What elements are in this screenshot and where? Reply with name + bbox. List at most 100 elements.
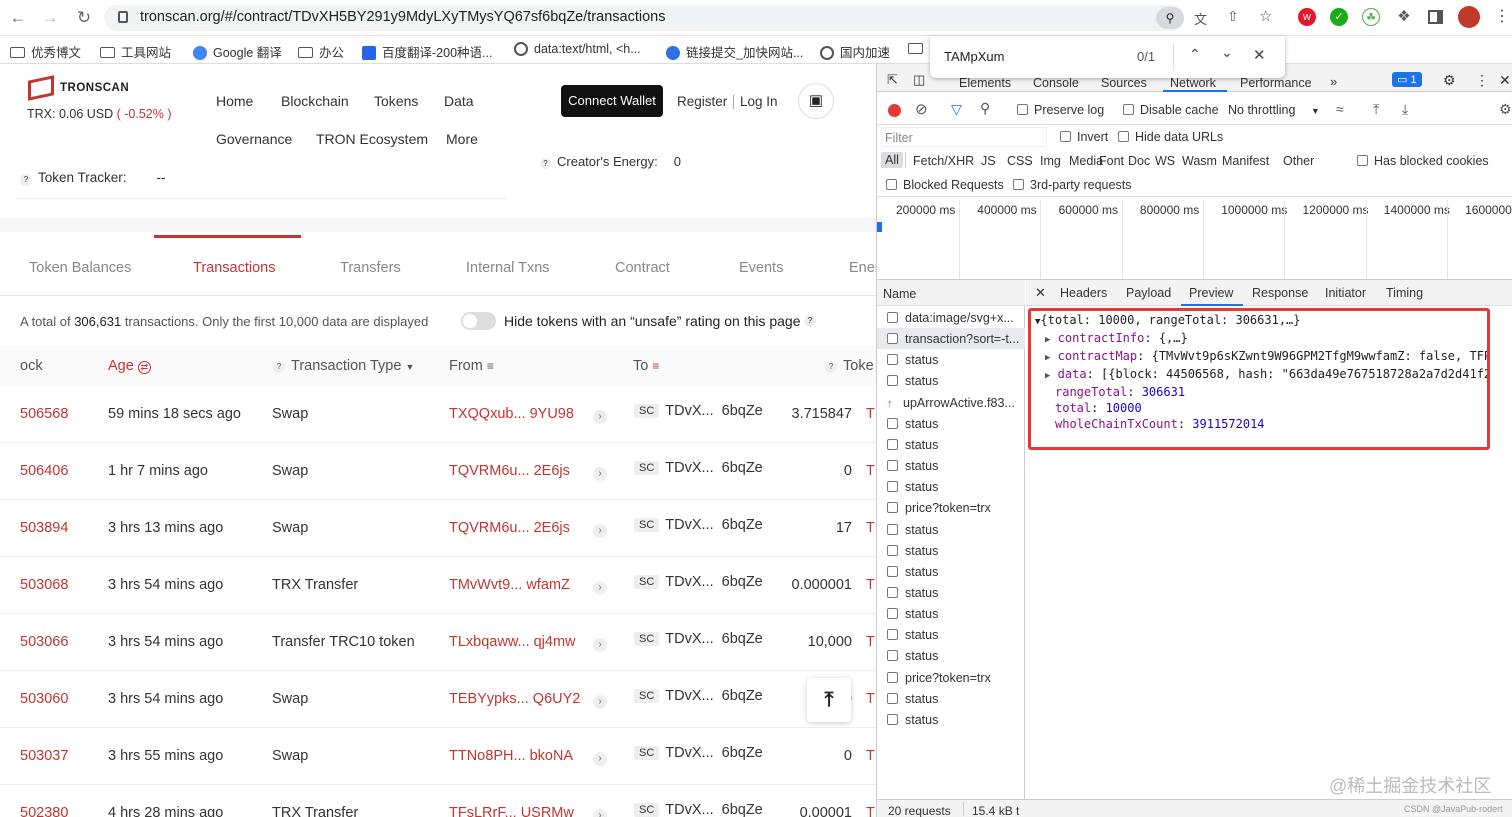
- from-address-link[interactable]: TTNo8PH... bkoNA: [449, 748, 573, 764]
- token-link[interactable]: T: [866, 520, 875, 536]
- column-transaction-type[interactable]: ? Transaction Type ▼: [273, 358, 414, 374]
- block-link[interactable]: 503066: [20, 634, 68, 650]
- json-preview[interactable]: ▼{total: 10000, rangeTotal: 306631,…} ▶ …: [1035, 312, 1487, 432]
- devtools-tab-network[interactable]: Network: [1170, 76, 1216, 90]
- blocked-cookies-checkbox[interactable]: Has blocked cookies: [1357, 154, 1489, 168]
- check-extension-icon[interactable]: ✓: [1330, 8, 1348, 26]
- bookmark-item[interactable]: data:text/html, <h...: [514, 42, 641, 56]
- request-row[interactable]: ↑ upArrowActive.f83...: [887, 396, 1015, 410]
- bookmark-item[interactable]: Google 翻译: [193, 42, 282, 61]
- devtools-menu-icon[interactable]: ⋮: [1475, 72, 1489, 89]
- settings-gear-icon[interactable]: ⚙: [1443, 72, 1456, 89]
- tab-energy[interactable]: Ener: [849, 260, 876, 276]
- to-address[interactable]: SC TDvX... 6bqZe: [634, 688, 763, 704]
- detail-tab-response[interactable]: Response: [1252, 286, 1308, 300]
- filter-type-font[interactable]: Font: [1099, 154, 1124, 168]
- token-link[interactable]: TU: [866, 634, 876, 650]
- from-address-link[interactable]: TMvWvt9... wfamZ: [449, 577, 570, 593]
- token-link[interactable]: T: [866, 577, 875, 593]
- network-switch-icon[interactable]: ▣: [798, 83, 834, 119]
- hide-unsafe-toggle[interactable]: [461, 312, 496, 330]
- column-age[interactable]: Age ⇄: [108, 358, 151, 374]
- json-root[interactable]: ▼{total: 10000, rangeTotal: 306631,…}: [1035, 312, 1487, 330]
- detail-tab-timing[interactable]: Timing: [1386, 286, 1423, 300]
- close-icon[interactable]: ✕: [1035, 285, 1046, 301]
- request-row[interactable]: status: [887, 417, 938, 431]
- block-link[interactable]: 503894: [20, 520, 68, 536]
- request-row[interactable]: status: [887, 544, 938, 558]
- close-icon[interactable]: ✕: [1253, 46, 1266, 64]
- json-data[interactable]: ▶ data: [{block: 44506568, hash: "663da4…: [1035, 366, 1487, 384]
- filter-type-media[interactable]: Media: [1069, 154, 1103, 168]
- block-link[interactable]: 503037: [20, 748, 68, 764]
- clear-icon[interactable]: ⊘: [915, 100, 928, 118]
- request-row[interactable]: status: [887, 459, 938, 473]
- bookmark-item[interactable]: 链接提交_加快网站...: [666, 42, 803, 61]
- profile-avatar[interactable]: [1458, 6, 1480, 28]
- block-link[interactable]: 502380: [20, 805, 68, 817]
- from-address-link[interactable]: TXQQxub... 9YU98: [449, 406, 574, 422]
- tab-transactions[interactable]: Transactions: [193, 260, 275, 276]
- detail-tab-preview[interactable]: Preview: [1189, 286, 1233, 300]
- find-in-page-icon[interactable]: ⚲: [1156, 7, 1184, 29]
- from-address-link[interactable]: TLxbqaww... qj4mw: [449, 634, 576, 650]
- request-row[interactable]: status: [887, 353, 938, 367]
- filter-type-js[interactable]: JS: [981, 154, 996, 168]
- to-address[interactable]: SC TDvX... 6bqZe: [634, 631, 763, 647]
- tab-transfers[interactable]: Transfers: [340, 260, 401, 276]
- token-link[interactable]: T: [866, 406, 875, 422]
- token-link[interactable]: T: [866, 691, 875, 707]
- detail-tab-initiator[interactable]: Initiator: [1325, 286, 1366, 300]
- forward-icon[interactable]: →: [40, 8, 60, 28]
- from-address-link[interactable]: TEBYypks... Q6UY2: [449, 691, 580, 707]
- hide-data-urls-checkbox[interactable]: Hide data URLs: [1118, 130, 1223, 144]
- back-icon[interactable]: ←: [8, 8, 28, 28]
- filter-type-img[interactable]: Img: [1040, 154, 1061, 168]
- to-address[interactable]: SC TDvX... 6bqZe: [634, 745, 763, 761]
- more-tabs-icon[interactable]: »: [1330, 74, 1337, 89]
- devtools-tab-elements[interactable]: Elements: [959, 76, 1011, 90]
- request-row[interactable]: price?token=trx: [887, 501, 991, 515]
- to-address[interactable]: SC TDvX... 6bqZe: [634, 574, 763, 590]
- tab-internal-txns[interactable]: Internal Txns: [466, 260, 550, 276]
- to-address[interactable]: SC TDvX... 6bqZe: [634, 517, 763, 533]
- request-row[interactable]: status: [887, 438, 938, 452]
- brand-name[interactable]: TRONSCAN: [60, 82, 129, 94]
- bookmark-folder[interactable]: 工具网站: [100, 42, 171, 61]
- nav-more[interactable]: More: [446, 131, 478, 147]
- register-link[interactable]: Register: [677, 94, 727, 109]
- request-row[interactable]: status: [887, 586, 938, 600]
- third-party-checkbox[interactable]: 3rd-party requests: [1013, 178, 1131, 192]
- collapsed-triangle-icon[interactable]: ▶: [1045, 353, 1050, 363]
- throttling-select[interactable]: No throttling ▼: [1228, 103, 1320, 117]
- devtools-tab-console[interactable]: Console: [1033, 76, 1079, 90]
- to-address[interactable]: SC TDvX... 6bqZe: [634, 460, 763, 476]
- filter-type-ws[interactable]: WS: [1155, 154, 1175, 168]
- find-next-icon[interactable]: ⌄: [1221, 44, 1233, 61]
- bookmark-item[interactable]: 国内加速: [820, 42, 890, 61]
- inspect-icon[interactable]: ⇱: [887, 72, 898, 88]
- block-link[interactable]: 506406: [20, 463, 68, 479]
- nav-home[interactable]: Home: [216, 93, 253, 109]
- to-address[interactable]: SC TDvX... 6bqZe: [634, 403, 763, 419]
- connect-wallet-button[interactable]: Connect Wallet: [561, 85, 663, 117]
- weibo-extension-icon[interactable]: w: [1298, 8, 1316, 26]
- filter-type-all[interactable]: All: [881, 152, 903, 168]
- block-link[interactable]: 503068: [20, 577, 68, 593]
- upload-har-icon[interactable]: ⤒: [1373, 101, 1379, 118]
- device-toggle-icon[interactable]: ◫: [913, 72, 925, 88]
- collapsed-triangle-icon[interactable]: ▶: [1045, 335, 1050, 345]
- share-icon[interactable]: ⇧: [1227, 8, 1239, 25]
- disable-cache-checkbox[interactable]: Disable cache: [1123, 103, 1219, 117]
- sort-icon[interactable]: ⇄: [137, 361, 151, 374]
- collapsed-triangle-icon[interactable]: ▶: [1045, 371, 1050, 381]
- devtools-tab-sources[interactable]: Sources: [1101, 76, 1147, 90]
- filter-type-other[interactable]: Other: [1283, 154, 1314, 168]
- request-row[interactable]: price?token=trx: [887, 671, 991, 685]
- filter-icon[interactable]: ≡: [487, 359, 494, 373]
- filter-type-wasm[interactable]: Wasm: [1182, 154, 1217, 168]
- column-to[interactable]: To ≡: [633, 358, 659, 374]
- download-har-icon[interactable]: ⤓: [1402, 101, 1408, 118]
- tab-contract[interactable]: Contract: [615, 260, 670, 276]
- nav-tron-ecosystem[interactable]: TRON Ecosystem: [316, 131, 428, 147]
